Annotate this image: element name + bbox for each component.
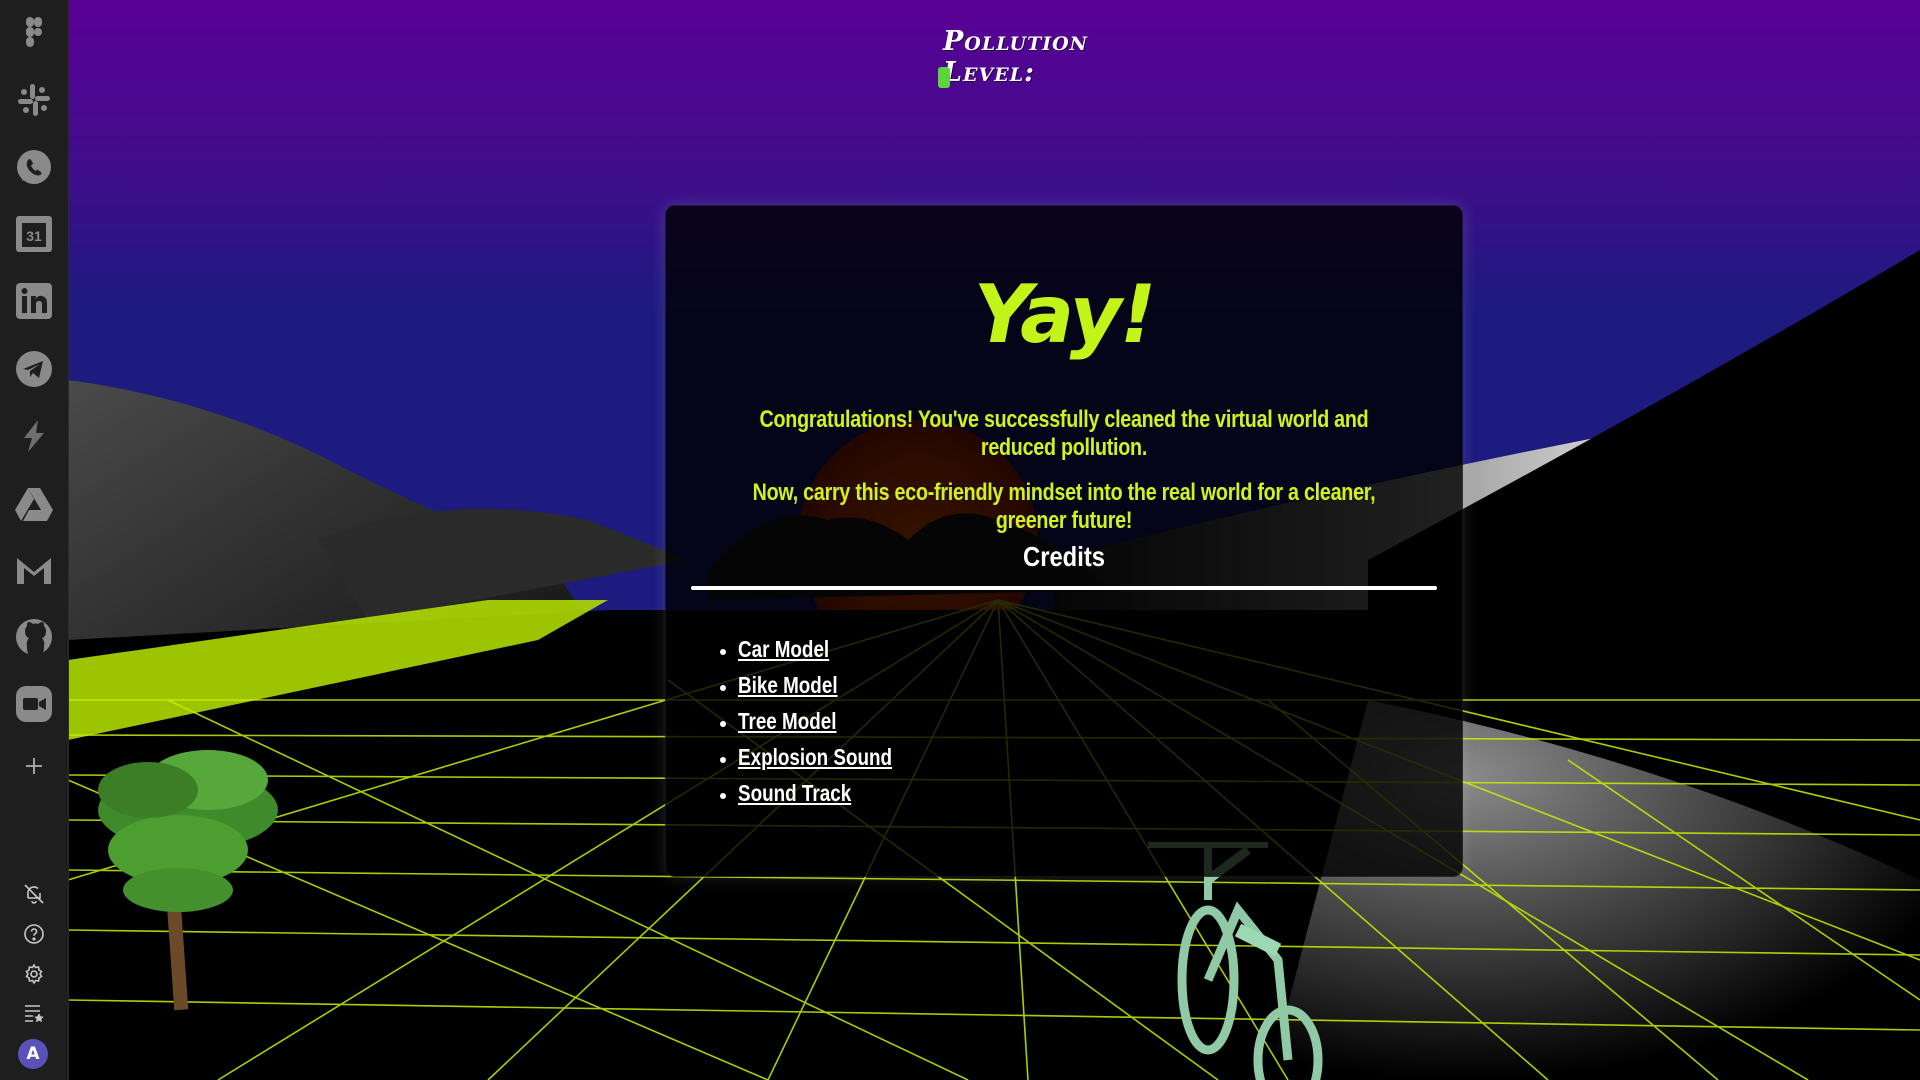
github-icon[interactable] [13,616,55,658]
credits-divider [691,586,1437,590]
tree-model-link[interactable]: Tree Model [738,703,837,739]
figma-icon[interactable] [13,12,55,54]
linkedin-icon[interactable] [13,280,55,322]
telegram-icon[interactable] [13,348,55,390]
game-scene[interactable]: Pollution Level: Yay! Congratulations! Y… [68,0,1920,1080]
avatar-letter: A [26,1044,40,1064]
car-model-link[interactable]: Car Model [738,631,829,667]
eco-message: Now, carry this eco-friendly mindset int… [752,479,1376,534]
gmail-icon[interactable] [13,549,55,591]
zoom-icon[interactable] [13,683,55,725]
google-drive-icon[interactable] [13,482,55,524]
congratulations-message: Congratulations! You've successfully cle… [759,406,1369,461]
help-icon[interactable] [20,920,48,948]
settings-gear-icon[interactable] [20,960,48,988]
credits-list-item: Car Model [738,631,926,667]
app-dock: 31 A [0,0,69,1080]
pollution-meter-fill [938,67,950,88]
add-icon[interactable] [20,752,48,780]
sound-track-link[interactable]: Sound Track [738,775,851,811]
credits-list: Car Model Bike Model Tree Model Explosio… [706,631,926,811]
calendar-icon[interactable]: 31 [13,213,55,255]
credits-list-item: Explosion Sound [738,739,926,775]
credits-heading: Credits [1023,541,1105,572]
dialog-title: Yay! [973,268,1157,361]
bike-model-link[interactable]: Bike Model [738,667,838,703]
credits-list-item: Tree Model [738,703,926,739]
explosion-sound-link[interactable]: Explosion Sound [738,739,892,775]
pollution-meter [938,67,1238,88]
whatsapp-icon[interactable] [13,146,55,188]
app-s-icon[interactable] [13,415,55,457]
completion-dialog: Yay! Congratulations! You've successfull… [665,205,1463,877]
list-star-icon[interactable] [20,998,48,1026]
credits-list-item: Bike Model [738,667,926,703]
bell-off-icon[interactable] [20,880,48,908]
slack-icon[interactable] [13,79,55,121]
user-avatar[interactable]: A [18,1039,48,1069]
credits-list-item: Sound Track [738,775,926,811]
calendar-date: 31 [26,228,42,244]
